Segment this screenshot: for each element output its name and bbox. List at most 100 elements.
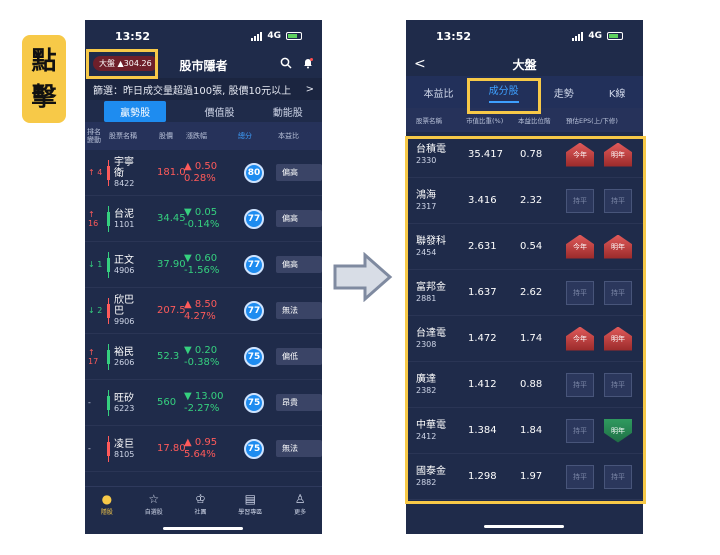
percent-change: -0.38%	[184, 356, 220, 368]
stock-name: 欣巴 巴	[114, 295, 134, 317]
table-row[interactable]: ↑ 4 宇寧 衛 8422 181.0 ▲ 0.50 0.28% 80 偏高	[85, 150, 322, 196]
pe-tag[interactable]: 偏高	[276, 210, 322, 227]
eps-next-year-badge[interactable]: 持平	[604, 372, 632, 397]
table-row[interactable]: ↓ 2 欣巴 巴 9906 207.5 ▲ 8.50 4.27% 77 無法	[85, 288, 322, 334]
stock-code: 8105	[114, 449, 135, 459]
table-row[interactable]: - 凌巨 8105 17.80 ▲ 0.95 5.64% 75 無法	[85, 426, 322, 472]
eps-this-year-badge[interactable]: 持平	[566, 372, 594, 397]
eps-next-year-badge[interactable]: 持平	[604, 464, 632, 489]
rank-change: ↑ 16	[88, 209, 99, 228]
eps-next-year-badge[interactable]: 明年	[604, 142, 632, 167]
pe-tag[interactable]: 無法	[276, 440, 322, 457]
pe-tag[interactable]: 無法	[276, 302, 322, 319]
eps-this-year-badge[interactable]: 持平	[566, 280, 594, 305]
col-rank-change[interactable]: 排名 變動	[87, 128, 109, 144]
rank-change: -	[88, 444, 91, 453]
price-change: ▲ 0.50	[184, 160, 218, 172]
eps-next-year-badge[interactable]: 持平	[604, 188, 632, 213]
eps-this-year-badge[interactable]: 持平	[566, 418, 594, 443]
nav-item-watchlist[interactable]: ☆ 自選股	[145, 493, 163, 534]
rank-change: -	[88, 398, 91, 407]
tap-char-2: 擊	[31, 82, 57, 111]
tab-winning-stocks[interactable]: 贏勢股	[104, 100, 167, 122]
filter-ticker[interactable]: 篩選：昨日成交量超過100張, 股價10元以上 >	[85, 78, 322, 100]
stock-price: 181.0	[157, 167, 186, 178]
table-row[interactable]: 聯發科 2454 2.631 0.54 今年 明年	[406, 224, 643, 270]
table-row[interactable]: 台積電 2330 35.417 0.78 今年 明年	[406, 132, 643, 178]
home-indicator	[163, 527, 243, 530]
candle-icon	[107, 205, 110, 232]
stock-name: 台泥	[114, 208, 134, 220]
table-row[interactable]: - 旺矽 6223 560 ▼ 13.00 -2.27% 75 昂貴	[85, 380, 322, 426]
stock-code: 2308	[416, 340, 437, 349]
col-total-score[interactable]: 總分	[238, 131, 278, 141]
eps-next-year-badge[interactable]: 明年	[604, 418, 632, 443]
eps-this-year-badge[interactable]: 今年	[566, 326, 594, 351]
pe-level: 1.84	[520, 425, 543, 436]
score-badge: 77	[244, 300, 264, 321]
percent-change: -0.14%	[184, 218, 220, 230]
table-row[interactable]: ↑ 16 台泥 1101 34.45 ▼ 0.05 -0.14% 77 偏高	[85, 196, 322, 242]
table-row[interactable]: 中華電 2412 1.384 1.84 持平 明年	[406, 408, 643, 454]
eps-next-year-badge[interactable]: 明年	[604, 234, 632, 259]
table-row[interactable]: 廣達 2382 1.412 0.88 持平 持平	[406, 362, 643, 408]
home-indicator	[484, 525, 564, 528]
pe-tag[interactable]: 偏高	[276, 164, 322, 181]
percent-change: 4.27%	[184, 310, 216, 322]
signal-icon	[572, 31, 584, 41]
eps-next-year-badge[interactable]: 持平	[604, 280, 632, 305]
stock-code: 9906	[114, 317, 135, 326]
crown-icon: ♔	[195, 492, 206, 506]
stock-name: 聯發科	[416, 236, 446, 247]
table-row[interactable]: ↓ 1 正文 4906 37.90 ▼ 0.60 -1.56% 77 偏高	[85, 242, 322, 288]
table-row[interactable]: 鴻海 2317 3.416 2.32 持平 持平	[406, 178, 643, 224]
eps-this-year-badge[interactable]: 持平	[566, 464, 594, 489]
tab-value-stocks[interactable]: 價值股	[204, 104, 234, 119]
status-bar: 13:52 4G	[406, 20, 643, 52]
tab-pe-ratio[interactable]: 本益比	[424, 85, 454, 100]
pe-tag[interactable]: 偏低	[276, 348, 322, 365]
percent-change: -1.56%	[184, 264, 220, 276]
price-change: ▼ 0.20	[184, 344, 218, 356]
market-header: < 大盤	[406, 52, 643, 76]
score-badge: 75	[244, 392, 264, 413]
nav-item-more[interactable]: ♙ 更多	[294, 493, 306, 534]
page-title: 大盤	[512, 57, 537, 72]
network-label: 4G	[588, 31, 602, 41]
pe-tag[interactable]: 偏高	[276, 256, 322, 273]
eps-this-year-badge[interactable]: 今年	[566, 142, 594, 167]
eps-this-year-badge[interactable]: 持平	[566, 188, 594, 213]
back-icon[interactable]: <	[414, 56, 426, 72]
market-weight: 35.417	[468, 149, 503, 160]
tab-trend[interactable]: 走勢	[554, 85, 574, 100]
home-coin-icon: ●	[101, 492, 113, 506]
col-change[interactable]: 漲跌幅	[186, 131, 238, 141]
pe-level: 0.54	[520, 241, 543, 252]
highlight-index-pill	[86, 49, 158, 79]
tab-k-line[interactable]: K線	[609, 85, 626, 100]
stock-code: 8422	[114, 179, 135, 188]
nav-item-hidden-stocks[interactable]: ● 隱股	[101, 493, 113, 534]
price-change: ▲ 8.50	[184, 298, 218, 310]
table-row[interactable]: ↑ 17 裕民 2606 52.3 ▼ 0.20 -0.38% 75 偏低	[85, 334, 322, 380]
table-row[interactable]: 國泰金 2882 1.298 1.97 持平 持平	[406, 454, 643, 500]
status-bar: 13:52 4G	[85, 20, 322, 52]
pe-tag[interactable]: 昂貴	[276, 394, 322, 411]
stock-name: 裕民	[114, 346, 134, 358]
col-price[interactable]: 股價	[159, 131, 186, 141]
tab-momentum-stocks[interactable]: 動能股	[273, 104, 303, 119]
stock-code: 2412	[416, 432, 437, 441]
table-row[interactable]: 富邦金 2881 1.637 2.62 持平 持平	[406, 270, 643, 316]
eps-next-year-badge[interactable]: 明年	[604, 326, 632, 351]
search-icon[interactable]	[280, 57, 292, 72]
table-row[interactable]: 台達電 2308 1.472 1.74 今年 明年	[406, 316, 643, 362]
rank-change: ↑ 17	[88, 347, 99, 366]
score-badge: 80	[244, 162, 264, 183]
eps-this-year-badge[interactable]: 今年	[566, 234, 594, 259]
highlight-constituents-tab	[467, 78, 541, 114]
bell-icon[interactable]	[302, 57, 314, 72]
col-pe-ratio[interactable]: 本益比	[278, 131, 322, 141]
price-change: ▼ 0.05	[184, 206, 218, 218]
col-stock-name[interactable]: 股票名稱	[109, 131, 159, 141]
stock-code: 1101	[114, 219, 135, 229]
